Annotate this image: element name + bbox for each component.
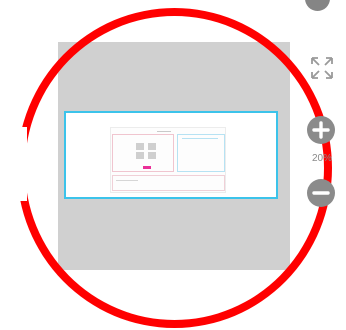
thumbnail-gray-block	[136, 143, 144, 150]
thumbnail-panel-line	[182, 138, 218, 139]
thumbnail-gray-block	[136, 152, 144, 159]
partial-circle-icon[interactable]	[305, 0, 330, 11]
zoom-out-button[interactable]	[307, 179, 335, 207]
fullscreen-icon[interactable]	[310, 56, 334, 80]
plus-icon	[312, 121, 330, 139]
fullscreen-glyph-icon	[311, 57, 333, 79]
zoom-navigator-stage: 20%	[0, 0, 346, 330]
thumbnail-highlight	[143, 166, 151, 169]
document-thumbnail	[110, 127, 226, 193]
zoom-in-button[interactable]	[307, 116, 335, 144]
thumbnail-bottom-panel	[112, 175, 225, 191]
annotation-gap	[0, 127, 27, 201]
minus-icon	[312, 191, 330, 195]
thumbnail-gray-block	[148, 152, 156, 159]
thumbnail-gray-block	[148, 143, 156, 150]
thumbnail-text-line	[116, 180, 138, 181]
visible-area-frame[interactable]	[64, 111, 278, 199]
thumbnail-title-line	[157, 131, 171, 132]
zoom-level: 20%	[311, 153, 332, 164]
thumbnail-right-panel	[177, 134, 225, 172]
thumbnail-left-panel	[112, 134, 174, 172]
